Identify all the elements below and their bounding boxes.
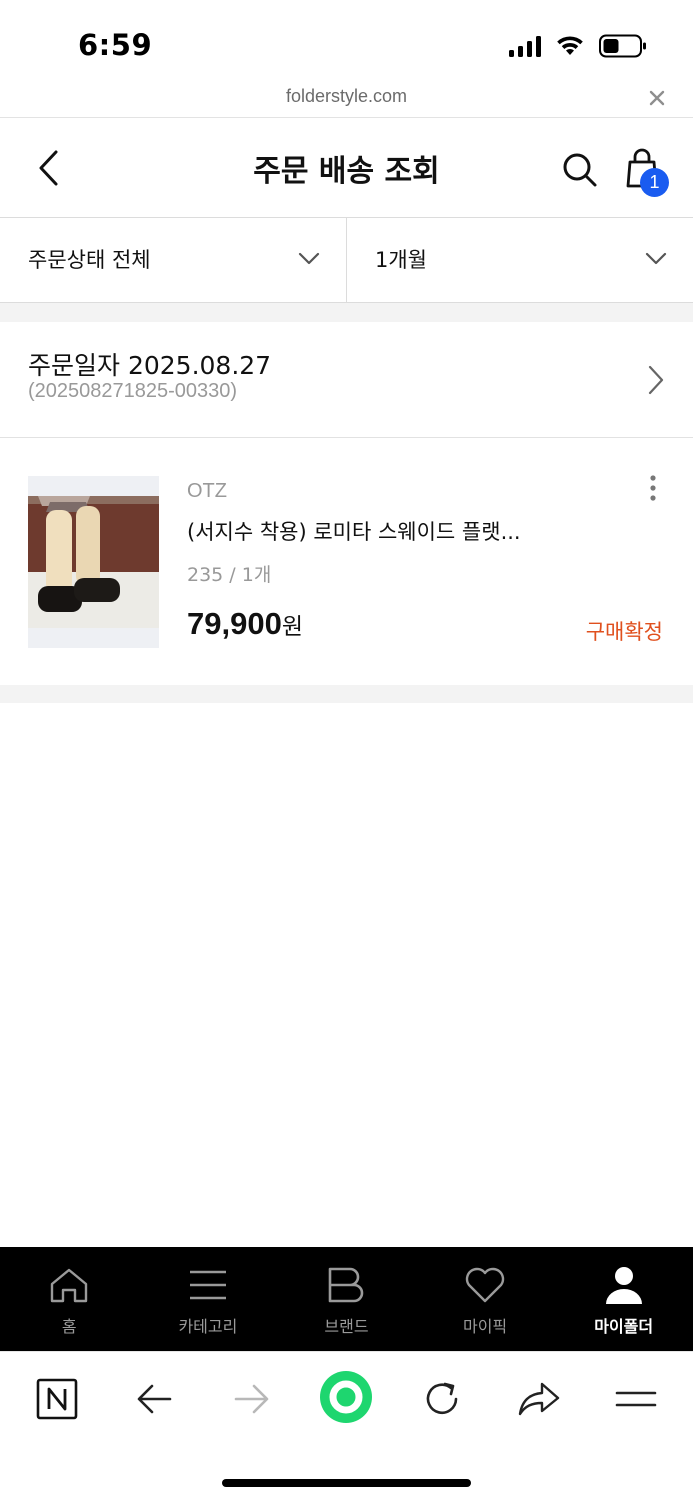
- status-bar: 6:59: [0, 0, 693, 84]
- brand-b-icon: [329, 1267, 364, 1303]
- filter-row: 주문상태 전체 1개월: [0, 218, 693, 303]
- url-text[interactable]: folderstyle.com: [0, 86, 693, 107]
- price-unit: 원: [281, 614, 303, 640]
- nav-label-mypick: 마이픽: [462, 1317, 508, 1336]
- order-date: 주문일자 2025.08.27: [28, 351, 272, 380]
- nav-item-home[interactable]: 홈: [0, 1247, 139, 1351]
- nav-item-brand[interactable]: 브랜드: [277, 1247, 416, 1351]
- order-number: (202508271825-00330): [28, 380, 238, 402]
- search-button[interactable]: [560, 150, 600, 190]
- reload-button[interactable]: [417, 1374, 467, 1424]
- bottom-navigation: 홈 카테고리 브랜드 마이픽 마이폴더: [0, 1247, 693, 1351]
- section-divider: [0, 685, 693, 703]
- green-dot-button[interactable]: [319, 1370, 373, 1424]
- nav-item-category[interactable]: 카테고리: [139, 1247, 278, 1351]
- more-options-button[interactable]: [643, 474, 663, 504]
- order-header[interactable]: 주문일자 2025.08.27 (202508271825-00330): [0, 322, 693, 438]
- cart-count-badge: 1: [640, 168, 669, 197]
- product-price: 79,900원: [187, 606, 303, 642]
- hamburger-menu-icon: [615, 1391, 657, 1407]
- browser-toolbar: [0, 1351, 693, 1500]
- wifi-icon: [555, 35, 585, 57]
- browser-url-bar[interactable]: folderstyle.com: [0, 84, 693, 118]
- order-status-filter-label: 주문상태 전체: [28, 248, 151, 272]
- nav-label-myfolder: 마이폴더: [594, 1317, 654, 1336]
- home-icon: [51, 1268, 88, 1303]
- product-option: 235 / 1개: [187, 564, 272, 586]
- browser-forward-button[interactable]: [226, 1374, 276, 1424]
- price-value: 79,900: [187, 606, 282, 641]
- nav-label-home: 홈: [61, 1317, 77, 1336]
- browser-back-button[interactable]: [130, 1374, 180, 1424]
- status-icons: [509, 32, 647, 60]
- battery-icon: [599, 34, 647, 58]
- product-thumbnail[interactable]: [28, 476, 159, 648]
- period-filter-label: 1개월: [375, 248, 428, 272]
- search-icon: [563, 153, 597, 187]
- order-status-label: 구매확정: [585, 620, 663, 644]
- person-icon: [605, 1267, 642, 1304]
- home-indicator[interactable]: [222, 1479, 471, 1487]
- nav-label-brand: 브랜드: [324, 1317, 369, 1336]
- order-item[interactable]: OTZ (서지수 착용) 로미타 스웨이드 플랫... 235 / 1개 79,…: [0, 438, 693, 685]
- chevron-right-icon: [648, 365, 664, 395]
- naver-home-button[interactable]: [32, 1374, 82, 1424]
- page-header: 주문 배송 조회 1: [0, 118, 693, 218]
- arrow-left-icon: [137, 1384, 172, 1414]
- cellular-signal-icon: [509, 35, 541, 57]
- page: 6:59 folderstyle.com 주문 배송 조회 1 주문상태 전체 …: [0, 0, 693, 1500]
- reload-icon: [426, 1382, 458, 1415]
- chevron-down-icon: [298, 252, 320, 265]
- nav-item-myfolder[interactable]: 마이폴더: [554, 1247, 693, 1351]
- product-brand: OTZ: [187, 480, 227, 502]
- browser-menu-button[interactable]: [611, 1374, 661, 1424]
- menu-lines-icon: [189, 1270, 226, 1300]
- nav-item-mypick[interactable]: 마이픽: [416, 1247, 555, 1351]
- heart-icon: [465, 1267, 505, 1303]
- share-arrow-icon: [518, 1382, 560, 1416]
- section-divider: [0, 303, 693, 322]
- share-button[interactable]: [514, 1374, 564, 1424]
- nav-label-category: 카테고리: [178, 1317, 238, 1336]
- arrow-right-icon: [234, 1384, 269, 1414]
- order-status-filter[interactable]: 주문상태 전체: [0, 218, 346, 302]
- close-icon[interactable]: [647, 88, 667, 108]
- product-name[interactable]: (서지수 착용) 로미타 스웨이드 플랫...: [187, 516, 567, 546]
- chevron-down-icon: [645, 252, 667, 265]
- more-vertical-icon: [650, 475, 656, 501]
- naver-n-icon: [36, 1378, 78, 1420]
- period-filter[interactable]: 1개월: [346, 218, 693, 302]
- status-time: 6:59: [78, 28, 153, 62]
- green-dot-icon: [320, 1371, 372, 1423]
